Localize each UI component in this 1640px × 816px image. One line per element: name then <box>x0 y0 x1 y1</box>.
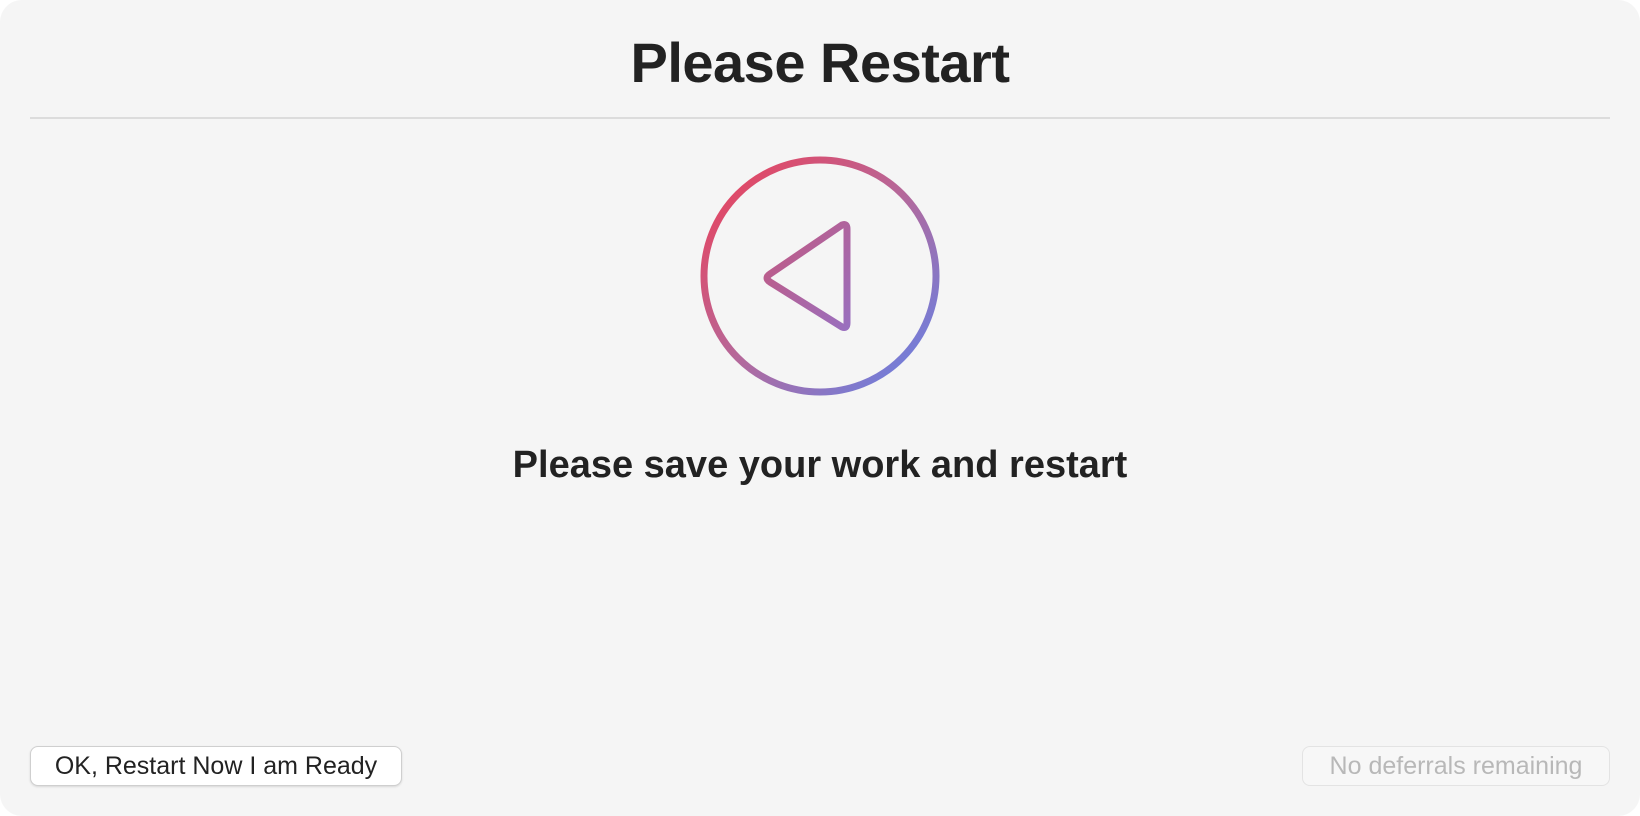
defer-button: No deferrals remaining <box>1302 746 1610 786</box>
restart-now-button[interactable]: OK, Restart Now I am Ready <box>30 746 402 786</box>
dialog-title: Please Restart <box>630 31 1010 94</box>
title-divider <box>30 117 1610 119</box>
restart-dialog: Please Restart Please save your work and… <box>0 0 1640 816</box>
restart-arrow-icon <box>698 154 942 398</box>
dialog-message: Please save your work and restart <box>512 444 1128 486</box>
